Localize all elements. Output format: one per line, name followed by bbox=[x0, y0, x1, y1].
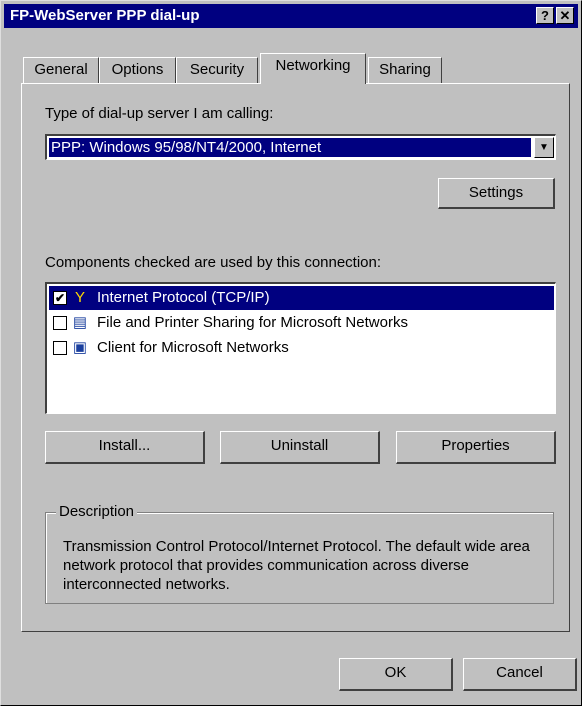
tab-general[interactable]: General bbox=[23, 57, 99, 83]
network-protocol-icon: Υ bbox=[74, 289, 85, 306]
properties-button[interactable]: Properties bbox=[396, 431, 556, 464]
file-printer-sharing-icon: ▤ bbox=[72, 314, 88, 331]
tab-security[interactable]: Security bbox=[176, 57, 258, 83]
list-item[interactable]: ▤ File and Printer Sharing for Microsoft… bbox=[49, 311, 554, 335]
tab-networking[interactable]: Networking bbox=[260, 53, 366, 84]
uninstall-button[interactable]: Uninstall bbox=[220, 431, 380, 464]
settings-button[interactable]: Settings bbox=[438, 178, 555, 209]
install-button[interactable]: Install... bbox=[45, 431, 205, 464]
list-item[interactable]: ✔ Υ Internet Protocol (TCP/IP) bbox=[49, 286, 554, 310]
dialog-window: FP-WebServer PPP dial-up ? ✕ General Opt… bbox=[0, 0, 582, 706]
description-text: Transmission Control Protocol/Internet P… bbox=[63, 538, 530, 593]
network-client-icon: ▣ bbox=[72, 339, 88, 356]
help-button[interactable]: ? bbox=[536, 7, 554, 24]
checkbox-unchecked[interactable] bbox=[53, 341, 67, 355]
description-legend: Description bbox=[56, 503, 138, 520]
tab-sharing[interactable]: Sharing bbox=[368, 57, 442, 83]
window-title: FP-WebServer PPP dial-up bbox=[10, 7, 200, 24]
cancel-button[interactable]: Cancel bbox=[463, 658, 577, 691]
tab-options[interactable]: Options bbox=[99, 57, 176, 83]
list-item-label: Client for Microsoft Networks bbox=[97, 339, 289, 356]
checkbox-unchecked[interactable] bbox=[53, 316, 67, 330]
server-type-label: Type of dial-up server I am calling: bbox=[45, 105, 274, 122]
ok-button[interactable]: OK bbox=[339, 658, 453, 691]
list-item-label: File and Printer Sharing for Microsoft N… bbox=[97, 314, 408, 331]
components-label: Components checked are used by this conn… bbox=[45, 254, 382, 271]
checkbox-checked[interactable]: ✔ bbox=[53, 291, 67, 305]
close-button[interactable]: ✕ bbox=[556, 7, 574, 24]
list-item[interactable]: ▣ Client for Microsoft Networks bbox=[49, 336, 554, 360]
components-list[interactable]: ✔ Υ Internet Protocol (TCP/IP) ▤ File an… bbox=[45, 282, 556, 414]
server-type-select[interactable]: PPP: Windows 95/98/NT4/2000, Internet ▼ bbox=[45, 134, 556, 160]
server-type-value: PPP: Windows 95/98/NT4/2000, Internet bbox=[49, 138, 531, 157]
list-item-label: Internet Protocol (TCP/IP) bbox=[97, 289, 270, 306]
dropdown-arrow-icon[interactable]: ▼ bbox=[534, 137, 554, 158]
title-bar[interactable]: FP-WebServer PPP dial-up ? ✕ bbox=[4, 4, 578, 28]
